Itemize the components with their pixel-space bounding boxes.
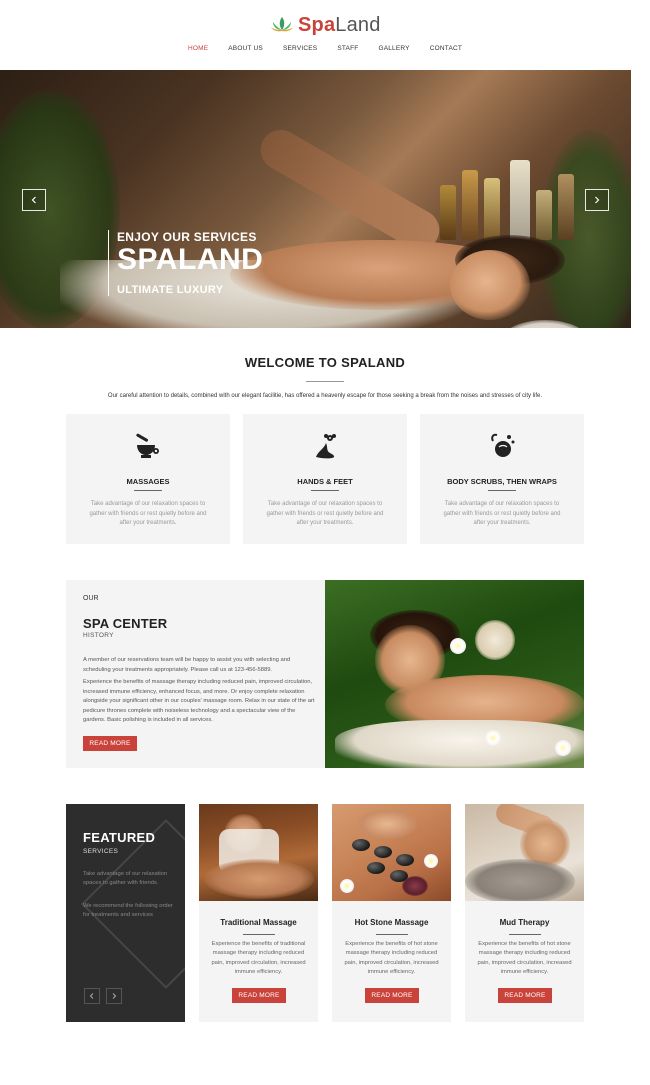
spa-center-read-more-button[interactable]: READ MORE	[83, 736, 137, 751]
spa-center-paragraph-1: A member of our reservations team will b…	[83, 657, 291, 673]
nav-about-us[interactable]: ABOUT US	[218, 45, 273, 52]
service-divider	[376, 934, 408, 935]
feature-desc: Take advantage of our relaxation spaces …	[89, 501, 207, 526]
service-card-traditional-massage: Traditional Massage Experience the benef…	[199, 804, 318, 1022]
flower	[555, 740, 571, 756]
service-desc: Experience the benefits of traditional m…	[211, 941, 306, 975]
nav-gallery[interactable]: GALLERY	[368, 45, 419, 52]
featured-subtitle: SERVICES	[83, 848, 119, 855]
spa-center-title: SPA CENTER	[83, 616, 168, 631]
hero-prev-button[interactable]	[22, 189, 46, 211]
service-card-hot-stone-massage: Hot Stone Massage Experience the benefit…	[332, 804, 451, 1022]
feature-card-hands-feet: HANDS & FEET Take advantage of our relax…	[243, 414, 407, 544]
feature-divider	[134, 490, 162, 491]
nav-staff[interactable]: STAFF	[327, 45, 368, 52]
feature-card-massages: MASSAGES Take advantage of our relaxatio…	[66, 414, 230, 544]
feature-card-body-scrubs: BODY SCRUBS, THEN WRAPS Take advantage o…	[420, 414, 584, 544]
mortar-pestle-icon	[136, 433, 159, 458]
welcome-divider	[306, 381, 344, 382]
main-nav: HOME ABOUT US SERVICES STAFF GALLERY CON…	[0, 45, 650, 52]
nav-contact[interactable]: CONTACT	[420, 45, 472, 52]
flower	[485, 730, 501, 746]
feature-title: MASSAGES	[126, 477, 170, 486]
service-read-more-button[interactable]: READ MORE	[498, 988, 552, 1003]
flower	[450, 638, 466, 654]
featured-title: FEATURED	[83, 830, 156, 845]
service-divider	[243, 934, 275, 935]
logo[interactable]: SpaLand	[270, 12, 381, 38]
foot-flower-icon	[316, 434, 336, 459]
featured-next-button[interactable]	[106, 988, 122, 1004]
spa-center-photo	[325, 580, 584, 768]
nav-services[interactable]: SERVICES	[273, 45, 327, 52]
chevron-left-icon	[89, 993, 94, 999]
hero-subtitle: ULTIMATE LUXURY	[117, 284, 224, 296]
chevron-right-icon	[595, 196, 600, 204]
photo-towel	[335, 720, 584, 768]
site-header: SpaLand HOME ABOUT US SERVICES STAFF GAL…	[0, 0, 650, 70]
service-card-mud-therapy: Mud Therapy Experience the benefits of h…	[465, 804, 584, 1022]
service-photo	[332, 804, 451, 901]
service-photo	[199, 804, 318, 901]
service-desc: Experience the benefits of hot stone mas…	[477, 941, 572, 975]
service-desc: Experience the benefits of hot stone mas…	[344, 941, 439, 975]
chevron-left-icon	[31, 196, 36, 204]
hero-caption: ENJOY OUR SERVICES SPALAND ULTIMATE LUXU…	[108, 230, 263, 296]
featured-prev-button[interactable]	[84, 988, 100, 1004]
hero-slider: ENJOY OUR SERVICES SPALAND ULTIMATE LUXU…	[0, 70, 631, 328]
service-title: Hot Stone Massage	[354, 918, 429, 927]
logo-text-land: Land	[335, 13, 381, 36]
welcome-text: Our careful attention to details, combin…	[107, 393, 543, 399]
hero-bottles	[440, 145, 580, 240]
herbal-pouch	[475, 620, 515, 660]
feature-desc: Take advantage of our relaxation spaces …	[443, 501, 561, 526]
feature-title: BODY SCRUBS, THEN WRAPS	[447, 477, 557, 486]
body-scrub-icon	[491, 433, 515, 457]
hero-next-button[interactable]	[585, 189, 609, 211]
feature-title: HANDS & FEET	[297, 477, 353, 486]
hero-kicker: ENJOY OUR SERVICES	[117, 230, 257, 244]
service-divider	[509, 934, 541, 935]
lotus-icon	[271, 17, 293, 32]
logo-text-spa: Spa	[298, 13, 336, 36]
logo-text: SpaLand	[298, 14, 381, 37]
welcome-title: WELCOME TO SPALAND	[244, 355, 406, 370]
service-read-more-button[interactable]: READ MORE	[365, 988, 419, 1003]
service-photo	[465, 804, 584, 901]
featured-paragraph-1: Take advantage of our relaxation spaces …	[83, 871, 168, 886]
spa-center-subtitle: HISTORY	[83, 632, 114, 639]
service-read-more-button[interactable]: READ MORE	[232, 988, 286, 1003]
hero-title: SPALAND	[117, 243, 264, 276]
featured-paragraph-2: We recommend the following order for tre…	[83, 903, 173, 918]
feature-divider	[488, 490, 516, 491]
feature-divider	[311, 490, 339, 491]
spa-center-kicker: OUR	[83, 595, 99, 602]
feature-desc: Take advantage of our relaxation spaces …	[266, 501, 384, 526]
chevron-right-icon	[112, 993, 117, 999]
hero-face	[450, 250, 530, 320]
service-title: Traditional Massage	[220, 918, 297, 927]
spa-center-paragraph-2: Experience the benefits of massage thera…	[83, 679, 315, 723]
photo-face	[375, 625, 445, 695]
nav-home[interactable]: HOME	[178, 45, 218, 52]
hero-arm	[253, 122, 447, 258]
service-title: Mud Therapy	[499, 918, 550, 927]
